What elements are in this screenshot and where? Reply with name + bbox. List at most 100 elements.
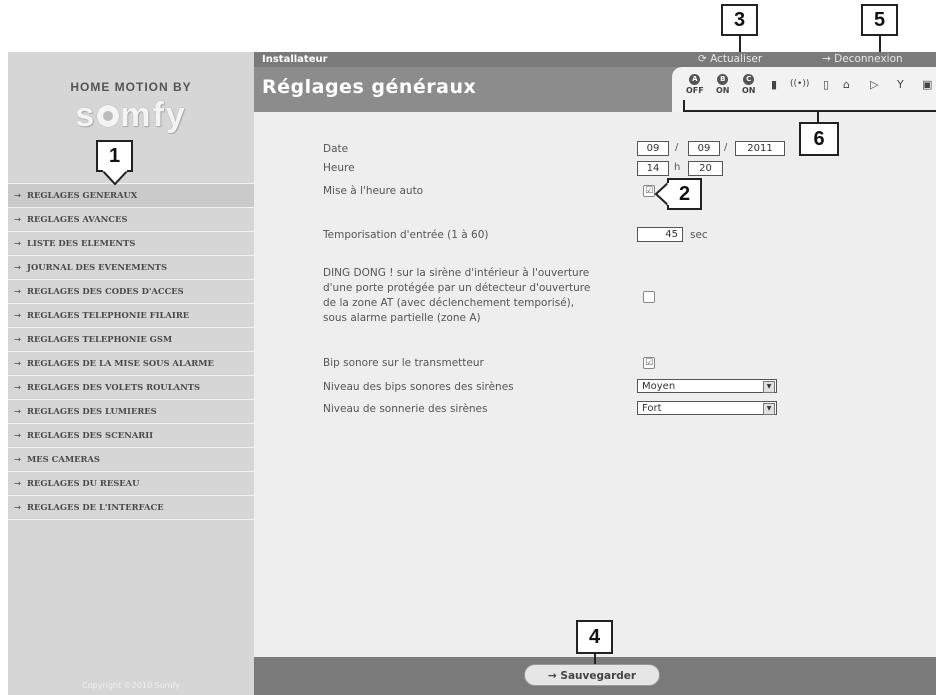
- arrow-right-icon: →: [14, 454, 22, 464]
- sidebar-item-label: JOURNAL DES EVENEMENTS: [27, 262, 168, 272]
- sidebar-item-liste-elements[interactable]: → LISTE DES ELEMENTS: [8, 232, 254, 256]
- sidebar-item-reglages-avances[interactable]: → REGLAGES AVANCES: [8, 208, 254, 232]
- callout-3-leader: [739, 36, 741, 52]
- sidebar-item-label: REGLAGES TELEPHONIE GSM: [27, 334, 173, 344]
- arrow-right-icon: →: [14, 214, 22, 224]
- siren-ring-value: Fort: [642, 403, 662, 414]
- logout-link[interactable]: → Deconnexion: [822, 52, 903, 67]
- arrow-right-icon: →: [14, 406, 22, 416]
- arrow-right-icon: →: [14, 358, 22, 368]
- house-ok-icon: ⌂: [843, 78, 850, 91]
- sidebar-item-volets-roulants[interactable]: → REGLAGES DES VOLETS ROULANTS: [8, 376, 254, 400]
- hour-input[interactable]: 14: [637, 161, 669, 176]
- dingdong-checkbox[interactable]: [643, 291, 655, 303]
- dingdong-line: DING DONG ! sur la sirène d'intérieur à …: [323, 267, 590, 279]
- sidebar-item-label: REGLAGES GENERAUX: [27, 190, 138, 200]
- somfy-logo: s mfy: [75, 96, 187, 134]
- zone-a-status: A OFF: [686, 74, 704, 95]
- door-icon: ▯: [823, 78, 830, 91]
- auto-time-label: Mise à l'heure auto: [323, 185, 424, 197]
- dingdong-line: d'une porte protégée par un détecteur d'…: [323, 282, 591, 294]
- sidebar-item-journal-evenements[interactable]: → JOURNAL DES EVENEMENTS: [8, 256, 254, 280]
- card-icon: ▣: [922, 78, 933, 91]
- save-button[interactable]: → Sauvegarder: [524, 664, 660, 686]
- sidebar-item-label: REGLAGES DU RESEAU: [27, 478, 140, 488]
- arrow-right-icon: →: [14, 286, 22, 296]
- date-month-input[interactable]: 09: [688, 141, 720, 156]
- date-day-input[interactable]: 09: [637, 141, 669, 156]
- callout-6: 6: [799, 122, 839, 156]
- beep-checkbox[interactable]: ☑: [643, 357, 655, 369]
- signal-icon: ((•)): [790, 79, 810, 89]
- sidebar-item-label: REGLAGES DES VOLETS ROULANTS: [27, 382, 201, 392]
- battery-icon: ▮: [771, 78, 778, 91]
- date-separator: /: [675, 142, 679, 153]
- entry-delay-input[interactable]: 45: [637, 227, 683, 242]
- callout-6-bracket-left: [683, 100, 685, 110]
- chevron-down-icon: ▼: [763, 403, 775, 415]
- user-role: Installateur: [262, 54, 328, 65]
- minute-input[interactable]: 20: [688, 161, 723, 176]
- sidebar-item-codes-acces[interactable]: → REGLAGES DES CODES D'ACCES: [8, 280, 254, 304]
- callout-4-leader: [594, 654, 596, 664]
- beep-label: Bip sonore sur le transmetteur: [323, 357, 484, 369]
- sidebar-item-label: REGLAGES DE L'INTERFACE: [27, 502, 164, 512]
- sidebar-item-lumieres[interactable]: → REGLAGES DES LUMIERES: [8, 400, 254, 424]
- sidebar-item-interface[interactable]: → REGLAGES DE L'INTERFACE: [8, 496, 254, 520]
- arrow-right-icon: →: [14, 262, 22, 272]
- sidebar-item-cameras[interactable]: → MES CAMERAS: [8, 448, 254, 472]
- auto-time-checkbox[interactable]: ☑: [643, 185, 655, 197]
- chevron-down-icon: ▼: [763, 381, 775, 393]
- arrow-right-icon: →: [14, 382, 22, 392]
- sidebar-item-mise-sous-alarme[interactable]: → REGLAGES DE LA MISE SOUS ALARME: [8, 352, 254, 376]
- sidebar-item-label: REGLAGES DE LA MISE SOUS ALARME: [27, 358, 214, 368]
- dingdong-line: de la zone AT (avec déclenchement tempor…: [323, 297, 575, 309]
- siren-ring-select[interactable]: Fort ▼: [637, 401, 777, 415]
- sidebar-item-label: REGLAGES DES SCENARII: [27, 430, 154, 440]
- siren-beep-value: Moyen: [642, 381, 676, 392]
- sensor-icon: ▷: [870, 78, 879, 91]
- sidebar-item-label: REGLAGES DES CODES D'ACCES: [27, 286, 184, 296]
- callout-6-leader: [817, 112, 819, 122]
- arrow-right-icon: →: [14, 334, 22, 344]
- sidebar-item-reseau[interactable]: → REGLAGES DU RESEAU: [8, 472, 254, 496]
- callout-1: 1: [96, 140, 133, 172]
- sidebar-item-reglages-generaux[interactable]: → REGLAGES GENERAUX: [8, 184, 254, 208]
- callout-1-pointer: [100, 170, 130, 186]
- callout-4: 4: [576, 620, 613, 654]
- arrow-right-icon: →: [14, 310, 22, 320]
- date-label: Date: [323, 143, 349, 155]
- sidebar-menu: → REGLAGES GENERAUX → REGLAGES AVANCES → LI…: [8, 183, 254, 520]
- callout-5: 5: [861, 4, 898, 36]
- sidebar-item-label: REGLAGES TELEPHONIE FILAIRE: [27, 310, 190, 320]
- arrow-right-icon: →: [14, 478, 22, 488]
- arrow-right-icon: →: [14, 502, 22, 512]
- sidebar-item-telephonie-gsm[interactable]: → REGLAGES TELEPHONIE GSM: [8, 328, 254, 352]
- siren-ring-label: Niveau de sonnerie des sirènes: [323, 403, 488, 415]
- dingdong-line: sous alarme partielle (zone A): [323, 312, 481, 324]
- sidebar-item-label: REGLAGES DES LUMIERES: [27, 406, 157, 416]
- page-title: Réglages généraux: [262, 76, 477, 98]
- callout-3: 3: [721, 4, 758, 36]
- sidebar-item-label: REGLAGES AVANCES: [27, 214, 128, 224]
- sidebar-item-label: LISTE DES ELEMENTS: [27, 238, 136, 248]
- entry-delay-unit: sec: [690, 229, 708, 241]
- callout-2: 2: [667, 178, 702, 210]
- zone-c-status: C ON: [742, 74, 756, 95]
- entry-delay-label: Temporisation d'entrée (1 à 60): [323, 229, 489, 241]
- copyright: Copyright ©2010 Somfy: [82, 681, 180, 690]
- zone-b-status: B ON: [716, 74, 730, 95]
- hour-separator: h: [674, 162, 681, 173]
- antenna-icon: Y: [897, 78, 904, 91]
- sidebar-item-scenarii[interactable]: → REGLAGES DES SCENARII: [8, 424, 254, 448]
- arrow-right-icon: →: [14, 238, 22, 248]
- callout-2-pointer: [655, 180, 669, 208]
- brand-tagline: HOME MOTION BY: [70, 80, 192, 94]
- date-separator: /: [724, 142, 728, 153]
- siren-beep-label: Niveau des bips sonores des sirènes: [323, 381, 514, 393]
- arrow-right-icon: →: [14, 430, 22, 440]
- date-year-input[interactable]: 2011: [735, 141, 785, 156]
- refresh-link[interactable]: ⟳ Actualiser: [698, 52, 762, 67]
- sidebar-item-telephonie-filaire[interactable]: → REGLAGES TELEPHONIE FILAIRE: [8, 304, 254, 328]
- siren-beep-select[interactable]: Moyen ▼: [637, 379, 777, 393]
